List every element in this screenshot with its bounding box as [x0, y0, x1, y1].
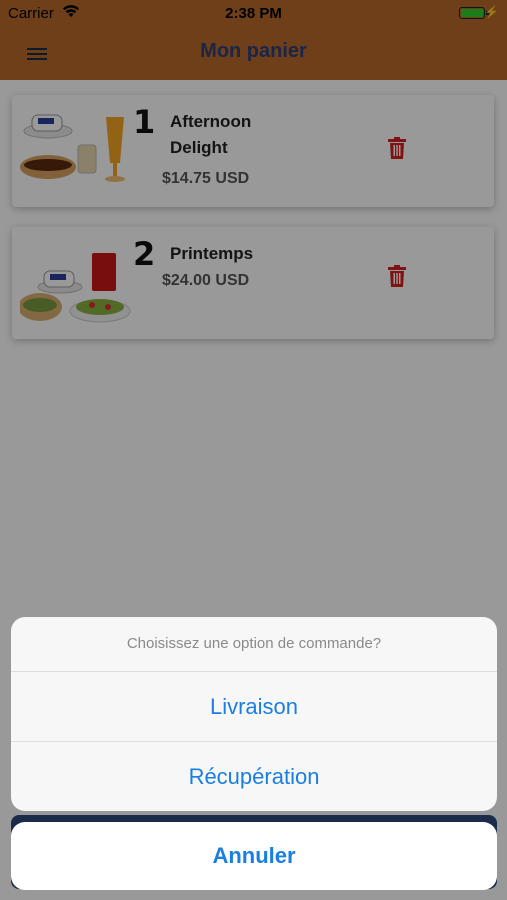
action-sheet-title: Choisissez une option de commande?	[11, 617, 497, 672]
cancel-button[interactable]: Annuler	[11, 822, 497, 890]
delivery-option-button[interactable]: Livraison	[11, 672, 497, 741]
pickup-option-button[interactable]: Récupération	[11, 741, 497, 811]
action-sheet: Choisissez une option de commande? Livra…	[11, 617, 497, 811]
